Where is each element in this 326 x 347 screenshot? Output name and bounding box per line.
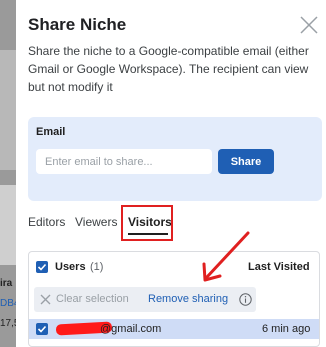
background-text: ira bbox=[0, 278, 13, 289]
share-niche-dialog: Share Niche Share the niche to a Google-… bbox=[16, 0, 326, 347]
background-text: 17,5 bbox=[0, 318, 16, 329]
tab-editors[interactable]: Editors bbox=[28, 215, 65, 229]
users-count: (1) bbox=[90, 261, 104, 273]
check-icon bbox=[37, 263, 47, 271]
info-icon[interactable] bbox=[239, 293, 252, 306]
last-visited-header: Last Visited bbox=[248, 261, 310, 273]
row-email: @gmail.com bbox=[100, 323, 162, 335]
annotation-highlight-box bbox=[121, 205, 173, 241]
dialog-description: Share the niche to a Google-compatible e… bbox=[28, 44, 309, 94]
visitors-list: Users (1) Last Visited Clear selection R… bbox=[28, 251, 320, 347]
check-icon bbox=[37, 325, 47, 333]
share-button[interactable]: Share bbox=[218, 149, 274, 174]
close-icon bbox=[300, 16, 318, 34]
select-all-checkbox[interactable] bbox=[36, 261, 48, 273]
email-panel: Email Share bbox=[28, 117, 322, 201]
annotation-arrow bbox=[202, 231, 250, 282]
close-icon bbox=[40, 294, 51, 305]
clear-selection-button[interactable]: Clear selection bbox=[56, 293, 129, 305]
users-label: Users bbox=[55, 261, 86, 273]
background-text: DB4 bbox=[0, 298, 16, 309]
email-input[interactable] bbox=[36, 149, 212, 174]
row-last-visited: 6 min ago bbox=[262, 323, 311, 335]
remove-sharing-button[interactable]: Remove sharing bbox=[148, 293, 228, 305]
close-button[interactable] bbox=[298, 14, 320, 36]
table-row[interactable]: @gmail.com 6 min ago bbox=[29, 319, 319, 339]
background-image bbox=[0, 185, 16, 265]
tab-viewers[interactable]: Viewers bbox=[75, 215, 117, 229]
list-header: Users (1) Last Visited bbox=[29, 252, 319, 282]
background-card bbox=[0, 50, 16, 170]
email-label: Email bbox=[36, 126, 66, 138]
row-checkbox[interactable] bbox=[36, 323, 48, 335]
dialog-title: Share Niche bbox=[28, 15, 127, 34]
selection-toolbar: Clear selection Remove sharing bbox=[34, 287, 256, 312]
background-app: ira DB4 17,5 bbox=[0, 0, 16, 347]
